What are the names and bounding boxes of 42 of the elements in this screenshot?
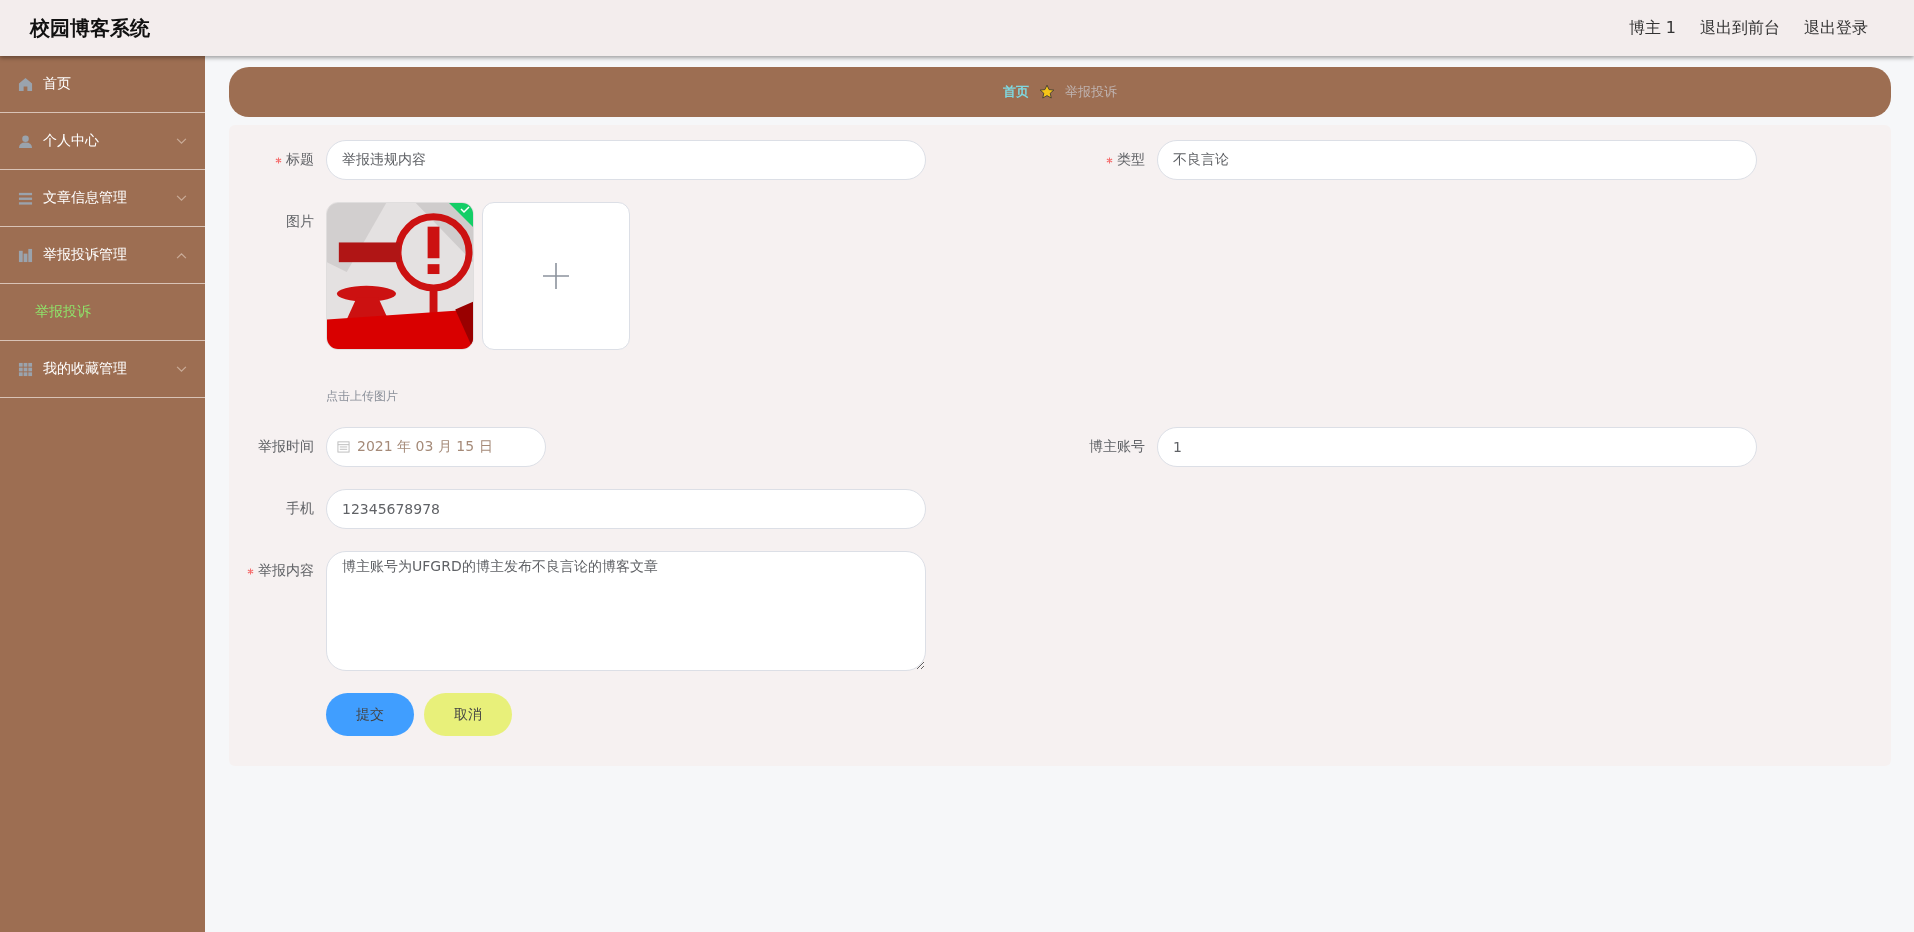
menu-item[interactable]: 文章信息管理 bbox=[0, 170, 205, 227]
textarea-field[interactable]: 博主账号为UFGRD的博主发布不良言论的博客文章 bbox=[326, 551, 926, 671]
field-label: 类型 bbox=[1117, 151, 1145, 169]
field-label: 举报内容 bbox=[258, 562, 314, 580]
field-label: 手机 bbox=[286, 500, 314, 518]
menu-label: 文章信息管理 bbox=[43, 189, 128, 207]
menu-label: 举报投诉管理 bbox=[43, 246, 128, 264]
home-icon bbox=[18, 76, 33, 92]
breadcrumb-link[interactable]: 举报投诉 bbox=[1065, 83, 1117, 101]
input-field[interactable]: 1 bbox=[1157, 427, 1757, 467]
calendar-icon bbox=[337, 440, 350, 453]
menu-item[interactable]: 举报投诉管理 bbox=[0, 227, 205, 284]
menu-label: 个人中心 bbox=[43, 132, 100, 150]
menu-label: 首页 bbox=[43, 75, 72, 93]
upload-button[interactable] bbox=[482, 202, 630, 350]
upload-hint: 点击上传图片 bbox=[326, 388, 399, 405]
menu-label: 我的收藏管理 bbox=[43, 360, 128, 378]
field-label: 图片 bbox=[286, 213, 314, 231]
menu-item[interactable]: 首页 bbox=[0, 56, 205, 113]
field-label: 博主账号 bbox=[1089, 438, 1145, 456]
user-icon bbox=[18, 133, 33, 149]
header-link[interactable]: 退出到前台 bbox=[1700, 17, 1780, 39]
submenu-item[interactable]: 举报投诉 bbox=[0, 284, 205, 341]
input-field[interactable]: 12345678978 bbox=[326, 489, 926, 529]
menu-item[interactable]: 我的收藏管理 bbox=[0, 341, 205, 398]
star-icon bbox=[1039, 84, 1055, 100]
field-label: 标题 bbox=[286, 151, 314, 169]
plus-icon bbox=[542, 262, 570, 290]
chart-icon bbox=[18, 247, 33, 263]
menu-item[interactable]: 个人中心 bbox=[0, 113, 205, 170]
grid-icon bbox=[18, 361, 33, 377]
breadcrumb-link[interactable]: 首页 bbox=[1003, 83, 1029, 101]
submit-button[interactable]: 提交 bbox=[326, 693, 414, 736]
date-field[interactable]: 2021 年 03 月 15 日 bbox=[326, 427, 546, 467]
site-title: 校园博客系统 bbox=[30, 14, 150, 42]
input-field[interactable]: 不良言论 bbox=[1157, 140, 1757, 180]
field-label: 举报时间 bbox=[258, 438, 314, 456]
input-field[interactable]: 举报违规内容 bbox=[326, 140, 926, 180]
cancel-button[interactable]: 取消 bbox=[424, 693, 512, 736]
list-icon bbox=[18, 190, 33, 206]
header-link[interactable]: 博主 1 bbox=[1628, 17, 1676, 39]
header-link[interactable]: 退出登录 bbox=[1804, 17, 1868, 39]
